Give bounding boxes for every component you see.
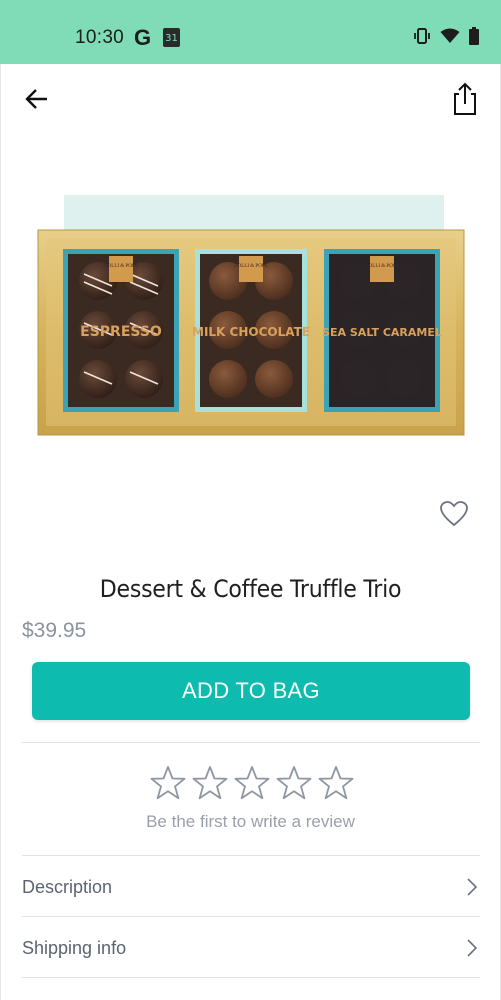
- divider: [22, 977, 480, 978]
- back-arrow-icon: [25, 89, 47, 109]
- divider: [22, 916, 480, 917]
- share-icon: [454, 82, 476, 115]
- share-button[interactable]: [449, 80, 481, 118]
- status-icons: [413, 27, 479, 45]
- star-icon[interactable]: [150, 765, 186, 801]
- divider: [22, 742, 480, 743]
- product-price: $39.95: [22, 619, 87, 642]
- shipping-info-row[interactable]: Shipping info: [22, 918, 480, 978]
- status-time: 10:30: [75, 27, 125, 48]
- brand-tag-1: LOLLI & POPS: [105, 264, 138, 269]
- add-to-bag-button[interactable]: ADD TO BAG: [32, 662, 470, 720]
- product-image: LOLLI & POPS LOLLI & POPS LOLLI & POPS E…: [36, 190, 466, 452]
- vibrate-icon: [414, 28, 430, 44]
- star-icon[interactable]: [276, 765, 312, 801]
- description-label: Description: [22, 876, 113, 897]
- heart-outline-icon: [440, 501, 468, 527]
- description-row[interactable]: Description: [22, 857, 480, 917]
- wishlist-button[interactable]: [439, 500, 469, 528]
- star-icon[interactable]: [318, 765, 354, 801]
- rating-stars[interactable]: [150, 765, 354, 801]
- calendar-icon: 31: [163, 28, 180, 47]
- star-icon[interactable]: [234, 765, 270, 801]
- chevron-right-icon: [467, 939, 478, 957]
- battery-icon: [469, 27, 479, 45]
- box-label-sea-salt-caramel: SEA SALT CARAMEL: [322, 326, 442, 339]
- back-button[interactable]: [22, 84, 52, 114]
- divider: [22, 855, 480, 856]
- status-bar: 10:30 G 31: [0, 0, 501, 64]
- truffle-box-illustration: LOLLI & POPS LOLLI & POPS LOLLI & POPS E…: [37, 195, 465, 436]
- wifi-icon: [440, 28, 460, 43]
- chevron-right-icon: [467, 878, 478, 896]
- box-label-milk-chocolate: MILK CHOCOLATE: [192, 325, 310, 339]
- box-label-espresso: ESPRESSO: [80, 324, 162, 340]
- brand-tag-2: LOLLI & POPS: [235, 264, 268, 269]
- write-review-link[interactable]: Be the first to write a review: [0, 812, 501, 832]
- brand-tag-3: LOLLI & POPS: [366, 264, 399, 269]
- shipping-info-label: Shipping info: [22, 937, 127, 958]
- product-title: Dessert & Coffee Truffle Trio: [99, 575, 402, 603]
- google-icon: G: [134, 25, 152, 50]
- star-icon[interactable]: [192, 765, 228, 801]
